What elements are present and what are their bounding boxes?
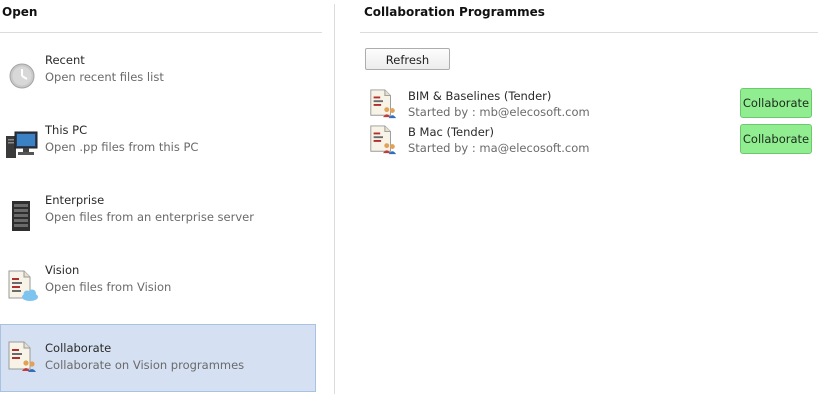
nav-item-title: This PC — [45, 123, 88, 137]
pane-divider — [334, 4, 335, 394]
nav-item-vision[interactable]: Vision Open files from Vision — [0, 254, 316, 322]
nav-item-description: Open recent files list — [45, 70, 164, 84]
server-icon — [6, 200, 38, 232]
nav-item-description: Open .pp files from this PC — [45, 140, 199, 154]
collaborate-button[interactable]: Collaborate — [740, 124, 812, 154]
programme-started-by: Started by : mb@elecosoft.com — [408, 105, 590, 119]
nav-item-enterprise[interactable]: Enterprise Open files from an enterprise… — [0, 184, 316, 252]
programme-name: BIM & Baselines (Tender) — [408, 89, 552, 103]
nav-item-this-pc[interactable]: This PC Open .pp files from this PC — [0, 114, 316, 182]
collaborate-button[interactable]: Collaborate — [740, 88, 812, 118]
nav-item-description: Open files from an enterprise server — [45, 210, 254, 224]
nav-item-description: Collaborate on Vision programmes — [45, 358, 245, 372]
programme-started-by: Started by : ma@elecosoft.com — [408, 141, 590, 155]
cloud-document-icon — [6, 270, 38, 302]
programme-row: BIM & Baselines (Tender) Started by : mb… — [366, 88, 818, 122]
nav-item-recent[interactable]: Recent Open recent files list — [0, 44, 316, 112]
computer-icon — [6, 130, 38, 162]
nav-item-title: Enterprise — [45, 193, 105, 207]
divider — [360, 32, 818, 33]
clock-icon — [6, 60, 38, 92]
open-title: Open — [2, 5, 38, 19]
divider — [0, 32, 322, 33]
collaborate-document-icon — [368, 124, 398, 156]
programme-name: B Mac (Tender) — [408, 125, 495, 139]
programme-row: B Mac (Tender) Started by : ma@elecosoft… — [366, 124, 818, 158]
nav-item-title: Vision — [45, 263, 80, 277]
collaborate-document-icon — [368, 88, 398, 120]
nav-item-description: Open files from Vision — [45, 280, 172, 294]
nav-item-collaborate[interactable]: Collaborate Collaborate on Vision progra… — [0, 324, 316, 392]
collaboration-programmes-title: Collaboration Programmes — [364, 5, 545, 19]
open-pane: Open Recent Open recent files list This … — [0, 0, 334, 394]
nav-item-title: Collaborate — [45, 341, 112, 355]
nav-item-title: Recent — [45, 53, 85, 67]
refresh-button[interactable]: Refresh — [365, 48, 450, 70]
collaborate-document-icon — [6, 341, 38, 373]
